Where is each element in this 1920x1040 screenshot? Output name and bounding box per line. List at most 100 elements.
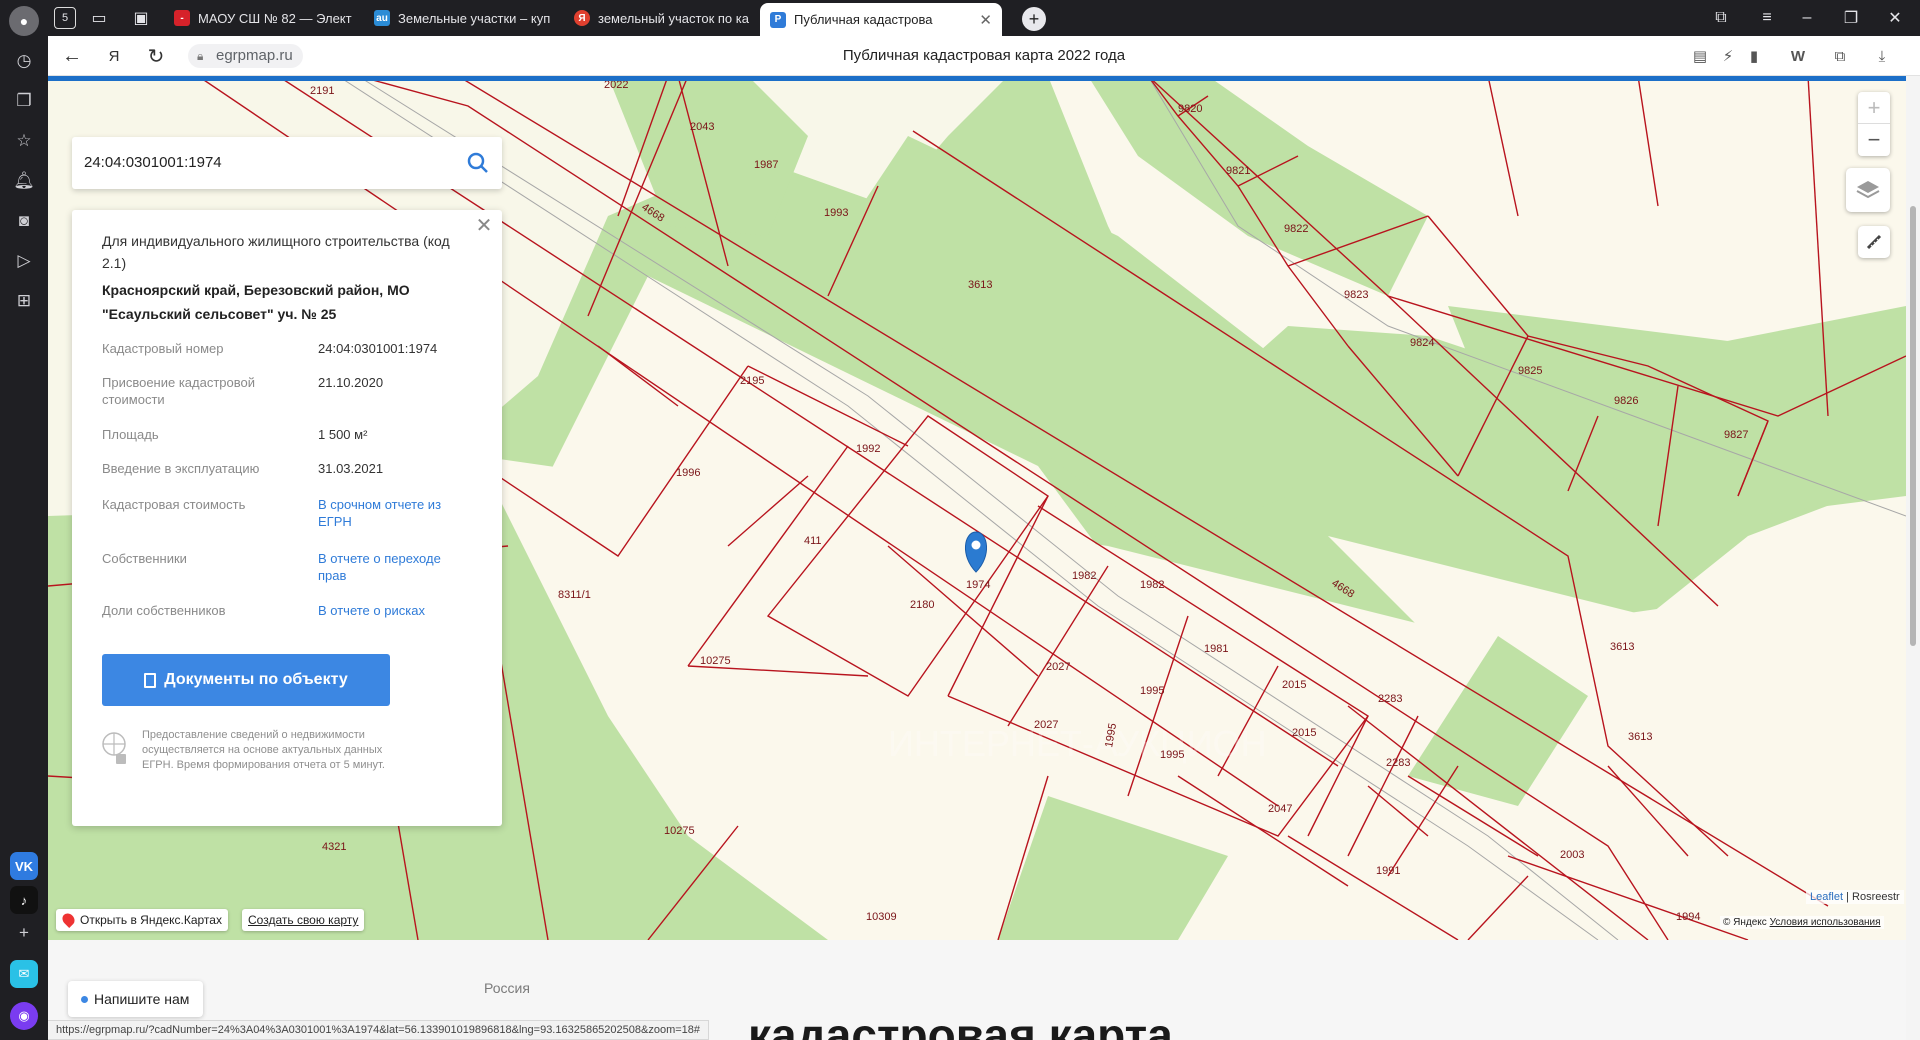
ruler-button[interactable] [1858,226,1890,258]
downloads-icon[interactable]: ⤓ [1870,44,1894,68]
close-window-icon[interactable]: ✕ [1882,5,1908,31]
documents-button[interactable]: Документы по объекту [102,654,390,706]
auction-favicon-icon: au [374,10,390,26]
row-label: Введение в эксплуатацию [102,461,260,476]
watermark-text: ИНТЕРНЕТ-АУКЦИОН [888,723,1267,764]
parcel-label: 2043 [690,121,714,133]
close-panel-icon[interactable]: ✕ [474,216,494,236]
terms-link[interactable]: Условия использования [1770,917,1881,928]
layers-button[interactable] [1846,168,1890,212]
apps-grid-icon[interactable]: ⊞ [9,286,39,316]
notifications-bell-icon[interactable]: 🔔︎ [9,166,39,196]
parcel-label: 9822 [1284,223,1308,235]
messenger-app-icon[interactable]: ✉ [10,960,38,988]
chat-widget-button[interactable]: Напишите нам [68,981,204,1017]
parcel-label: 3613 [968,279,992,291]
collections-icon[interactable]: ❐ [9,86,39,116]
close-tab-icon[interactable]: ✕ [979,11,992,29]
tab-manager-icon[interactable]: ⧉ [1708,5,1734,31]
header-accent-line [48,76,1906,81]
documents-button-label: Документы по объекту [164,671,348,688]
screenshot-icon[interactable]: ◙ [9,206,39,236]
browser-sidebar: ● ◷ ❐ ☆ 🔔︎ ◙ ▷ ⊞ VK ♪ + ✉ ◉ [0,0,48,1040]
reader-mode-icon[interactable]: ▤ [1688,44,1712,68]
cadastral-search-box[interactable]: 24:04:0301001:1974 [72,137,502,189]
tab-land-plots[interactable]: au Земельные участки – куп [364,3,598,33]
parcel-label: 3613 [1628,731,1652,743]
extension-w-icon[interactable]: W [1786,44,1810,68]
zoom-in-button[interactable]: + [1858,92,1890,124]
parcel-label: 1996 [676,467,700,479]
parcel-label: 9825 [1518,365,1542,377]
search-icon[interactable] [466,151,490,175]
pinned-tab-icon[interactable]: ▣ [128,5,154,31]
rosreestr-attribution: Rosreestr [1852,891,1900,903]
bookmarks-folder-icon[interactable]: ▭ [86,5,112,31]
alice-assistant-icon[interactable]: ◉ [10,1002,38,1030]
page-scrollbar[interactable] [1906,76,1920,1040]
new-tab-button[interactable]: + [1022,7,1046,31]
commissioning-date-value: 31.03.2021 [318,461,384,476]
url-field[interactable]: 🔒︎ egrpmap.ru [188,44,303,68]
parcel-label: 1994 [1676,911,1700,923]
parcel-label: 1995 [1140,685,1164,697]
zoom-control: + − [1858,92,1890,156]
zoom-out-button[interactable]: − [1858,124,1890,156]
back-button[interactable]: ← [58,42,86,70]
vk-app-icon[interactable]: VK [10,852,38,880]
yandex-attribution: © Яндекс Условия использования [1720,916,1884,929]
protect-icon[interactable]: ⚡ [1716,44,1740,68]
open-in-yandex-maps-button[interactable]: Открыть в Яндекс.Картах [56,909,228,931]
scrollbar-thumb[interactable] [1910,206,1916,646]
land-use-purpose: Для индивидуального жилищного строительс… [102,233,450,271]
parcel-label: 2283 [1378,693,1402,705]
parcel-label: 9827 [1724,429,1748,441]
egrn-note: Предоставление сведений о недвижимости о… [142,729,385,771]
yandex-home-icon[interactable]: Я [100,42,128,70]
create-map-link[interactable]: Создать свою карту [242,909,365,931]
tab-strip: 5 ▭ ▣ - МАОУ СШ № 82 — Элект au Земельны… [48,0,1920,36]
parcel-label: 2195 [740,375,764,387]
parcel-info-panel: ✕ Для индивидуального жилищного строител… [72,210,502,826]
history-icon[interactable]: ◷ [9,46,39,76]
ownership-shares-link[interactable]: В отчете о рисках [318,602,488,619]
reload-button[interactable]: ↻ [142,42,170,70]
cadastral-value-link[interactable]: В срочном отчете из ЕГРН [318,496,448,530]
parcel-label: 10275 [664,825,695,837]
parcel-label: 2191 [310,85,334,97]
row-label: Доли собственников [102,603,226,618]
tab-title: Земельные участки – куп [398,10,551,26]
tab-counter-icon[interactable]: 5 [54,7,76,29]
marker-parcel-label: 1974 [966,579,990,591]
owners-link[interactable]: В отчете о переходе прав [318,550,448,584]
tab-title: Публичная кадастрова [794,12,933,27]
parcel-label: 9824 [1410,337,1434,349]
bookmarks-star-icon[interactable]: ☆ [9,126,39,156]
online-dot-icon [81,996,88,1003]
add-app-icon[interactable]: + [9,918,39,948]
tab-cadastral-map[interactable]: P Публичная кадастрова ✕ [760,3,1002,36]
parcel-label: 9823 [1344,289,1368,301]
profile-avatar[interactable]: ● [9,6,39,36]
parcel-label: 2180 [910,599,934,611]
parcel-label: 10309 [866,911,897,923]
tiktok-app-icon[interactable]: ♪ [10,886,38,914]
parcel-label: 2003 [1560,849,1584,861]
video-play-icon[interactable]: ▷ [9,246,39,276]
parcel-label: 2047 [1268,803,1292,815]
tab-maou[interactable]: - МАОУ СШ № 82 — Элект [164,3,398,33]
parcel-label: 1991 [1376,865,1400,877]
row-label: Присвоение кадастровой стоимости [102,375,256,407]
lock-icon: 🔒︎ [197,49,204,63]
search-input[interactable]: 24:04:0301001:1974 [84,137,222,189]
open-yandex-label: Открыть в Яндекс.Картах [80,913,222,927]
collections-toolbar-icon[interactable]: ⧉ [1828,44,1852,68]
leaflet-link[interactable]: Leaflet [1810,891,1843,903]
bookmark-icon[interactable]: ▮ [1742,44,1766,68]
layers-icon [1856,181,1880,199]
restore-icon[interactable]: ❐ [1838,5,1864,31]
school-favicon-icon: - [174,10,190,26]
menu-icon[interactable]: ≡ [1754,5,1780,31]
parcel-label: 9820 [1178,103,1202,115]
minimize-icon[interactable]: – [1794,5,1820,31]
